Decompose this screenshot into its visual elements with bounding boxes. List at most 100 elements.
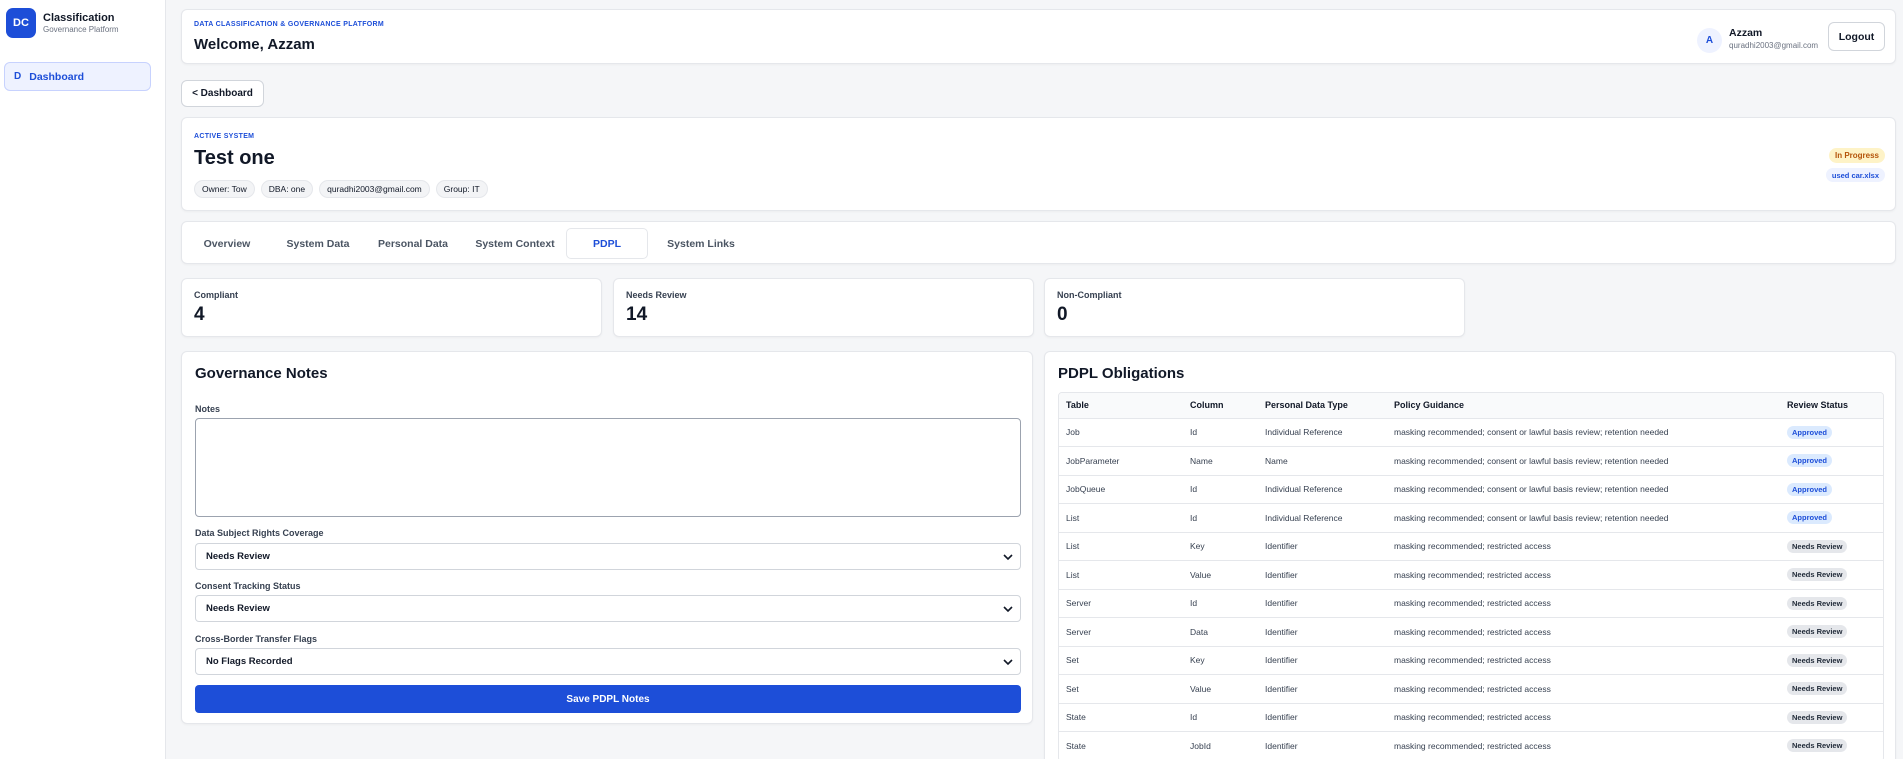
- table-cell: JobId: [1183, 731, 1258, 759]
- stat-label: Compliant: [194, 290, 238, 300]
- table-cell: Identifier: [1258, 617, 1387, 647]
- stat-label: Non-Compliant: [1057, 290, 1122, 300]
- transfer-flags-select[interactable]: No Flags Recorded: [195, 648, 1021, 675]
- review-status-cell: Needs Review: [1780, 560, 1883, 590]
- table-cell: JobQueue: [1059, 475, 1183, 504]
- back-to-dashboard-button[interactable]: < Dashboard: [181, 80, 264, 107]
- tab-system-links[interactable]: System Links: [656, 228, 746, 259]
- table-cell: Identifier: [1258, 560, 1387, 590]
- table-row: JobParameter Name Name masking recommended;…: [1059, 446, 1883, 476]
- brand-logo: DC: [6, 8, 36, 38]
- review-status-cell: Needs Review: [1780, 731, 1883, 759]
- tab-personal-data[interactable]: Personal Data: [369, 228, 457, 259]
- stat-value: 0: [1057, 304, 1068, 325]
- save-pdpl-notes-button[interactable]: Save PDPL Notes: [195, 685, 1021, 713]
- tab-system-data[interactable]: System Data: [278, 228, 358, 259]
- logout-button[interactable]: Logout: [1828, 22, 1885, 51]
- status-badge: Approved: [1787, 425, 1833, 439]
- table-cell: Individual Reference: [1258, 475, 1387, 504]
- table-cell: Id: [1183, 418, 1258, 447]
- table-cell: masking recommended; restricted access: [1387, 646, 1780, 675]
- notes-textarea[interactable]: [195, 418, 1021, 517]
- table-cell: masking recommended; consent or lawful b…: [1387, 503, 1780, 533]
- rights-coverage-select[interactable]: Needs Review: [195, 543, 1021, 570]
- table-cell: masking recommended; restricted access: [1387, 703, 1780, 732]
- table-cell: Id: [1183, 475, 1258, 504]
- tab-system-context[interactable]: System Context: [465, 228, 565, 259]
- review-status-cell: Needs Review: [1780, 703, 1883, 732]
- stat-value: 14: [626, 304, 648, 325]
- table-cell: List: [1059, 532, 1183, 561]
- chevron-down-icon: [1003, 606, 1013, 613]
- dba-chip: DBA: one: [260, 180, 314, 198]
- sidebar-item-dashboard[interactable]: D Dashboard: [4, 62, 151, 91]
- table-cell: masking recommended; consent or lawful b…: [1387, 418, 1780, 447]
- pdpl-obligations-title: PDPL Obligations: [1058, 365, 1185, 382]
- system-chips: Owner: Tow DBA: one quradhi2003@gmail.co…: [194, 180, 488, 198]
- table-cell: masking recommended; restricted access: [1387, 560, 1780, 590]
- review-status-cell: Approved: [1780, 475, 1883, 504]
- email-chip: quradhi2003@gmail.com: [319, 180, 430, 198]
- governance-notes-title: Governance Notes: [195, 365, 328, 382]
- system-card: ACTIVE SYSTEM Test one Owner: Tow DBA: o…: [181, 117, 1896, 211]
- review-status-cell: Approved: [1780, 418, 1883, 447]
- column-header: Policy Guidance: [1387, 393, 1780, 419]
- table-cell: Individual Reference: [1258, 418, 1387, 447]
- status-badge: Needs Review: [1787, 596, 1848, 610]
- table-cell: State: [1059, 703, 1183, 732]
- status-badge: In Progress: [1828, 148, 1885, 163]
- table-cell: Name: [1183, 446, 1258, 476]
- table-cell: masking recommended; restricted access: [1387, 731, 1780, 759]
- owner-chip: Owner: Tow: [194, 180, 255, 198]
- platform-eyebrow: DATA CLASSIFICATION & GOVERNANCE PLATFOR…: [194, 21, 385, 28]
- table-cell: masking recommended; consent or lawful b…: [1387, 446, 1780, 476]
- table-cell: Identifier: [1258, 589, 1387, 618]
- status-badge: Approved: [1787, 482, 1833, 496]
- status-badge: Needs Review: [1787, 625, 1848, 639]
- table-cell: Job: [1059, 418, 1183, 447]
- consent-label: Consent Tracking Status: [195, 581, 301, 591]
- table-cell: Id: [1183, 589, 1258, 618]
- stat-value: 4: [194, 304, 205, 325]
- status-badge: Needs Review: [1787, 682, 1848, 696]
- table-row: List Value Identifier masking recommended; …: [1059, 560, 1883, 590]
- consent-status-select[interactable]: Needs Review: [195, 595, 1021, 622]
- top-header: DATA CLASSIFICATION & GOVERNANCE PLATFOR…: [181, 9, 1896, 64]
- stat-non-compliant: Non-Compliant 0: [1044, 278, 1465, 337]
- table-cell: Set: [1059, 646, 1183, 675]
- system-title: Test one: [194, 147, 275, 169]
- sidebar: DC Classification Governance Platform D …: [0, 0, 166, 759]
- table-cell: masking recommended; restricted access: [1387, 589, 1780, 618]
- status-badge: Needs Review: [1787, 539, 1848, 553]
- table-cell: Value: [1183, 674, 1258, 704]
- transfer-label: Cross-Border Transfer Flags: [195, 634, 318, 644]
- table-cell: List: [1059, 560, 1183, 590]
- select-value: No Flags Recorded: [206, 656, 293, 667]
- sidebar-item-label: Dashboard: [29, 70, 85, 83]
- stat-needs-review: Needs Review 14: [613, 278, 1034, 337]
- select-value: Needs Review: [206, 551, 270, 562]
- rights-label: Data Subject Rights Coverage: [195, 528, 324, 538]
- brand-subtitle: Governance Platform: [43, 25, 119, 34]
- table-cell: masking recommended; consent or lawful b…: [1387, 475, 1780, 504]
- review-status-cell: Needs Review: [1780, 674, 1883, 704]
- system-eyebrow: ACTIVE SYSTEM: [194, 133, 255, 140]
- group-chip: Group: IT: [435, 180, 488, 198]
- table-row: JobQueue Id Individual Reference masking re…: [1059, 475, 1883, 504]
- tab-pdpl[interactable]: PDPL: [566, 228, 648, 259]
- column-header: Table: [1059, 393, 1183, 419]
- table-cell: Identifier: [1258, 731, 1387, 759]
- notes-label: Notes: [195, 404, 221, 414]
- status-badge: Needs Review: [1787, 568, 1848, 582]
- pdpl-obligations-card: PDPL Obligations Table Column Personal D…: [1044, 351, 1896, 759]
- tab-overview[interactable]: Overview: [194, 228, 260, 259]
- brand: DC Classification Governance Platform: [0, 0, 165, 46]
- chevron-down-icon: [1003, 659, 1013, 666]
- table-cell: masking recommended; restricted access: [1387, 674, 1780, 704]
- table-cell: Server: [1059, 589, 1183, 618]
- table-cell: Server: [1059, 617, 1183, 647]
- table-cell: JobParameter: [1059, 446, 1183, 476]
- status-badge: Needs Review: [1787, 653, 1848, 667]
- governance-notes-card: Governance Notes Notes Data Subject Righ…: [181, 351, 1200, 724]
- table-cell: Identifier: [1258, 703, 1387, 732]
